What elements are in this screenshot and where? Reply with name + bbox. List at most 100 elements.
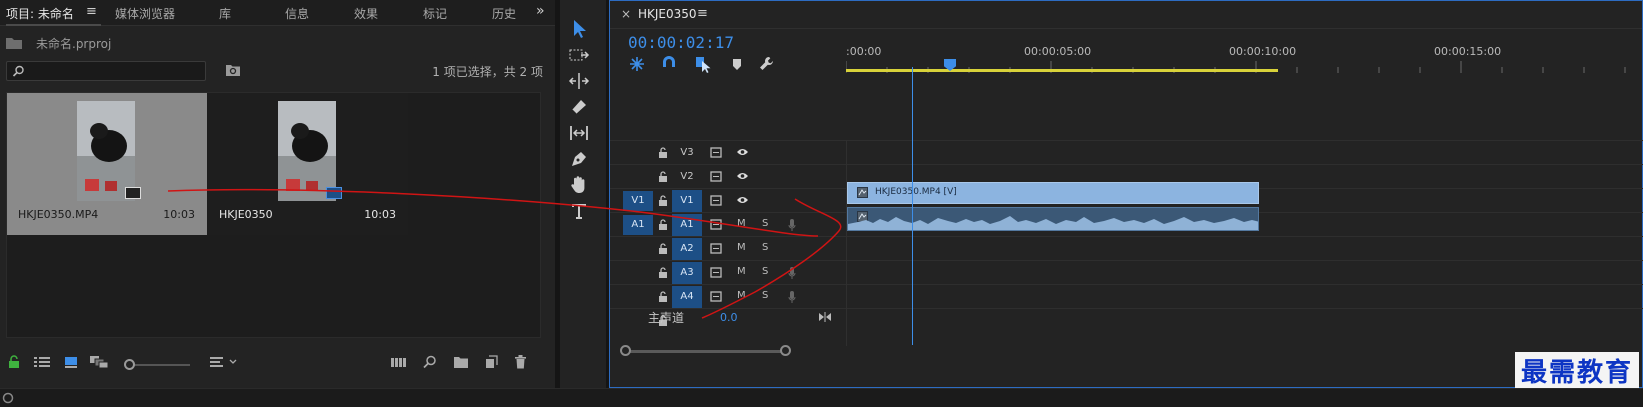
lock-icon[interactable] [658, 291, 668, 303]
track-lane-v3[interactable] [847, 140, 1643, 164]
source-patch-a1[interactable]: A1 [623, 215, 653, 235]
lock-icon[interactable] [658, 267, 668, 279]
mute-button[interactable]: M [737, 266, 746, 277]
project-item-clip[interactable]: HKJE0350.MP4 10:03 [7, 93, 207, 235]
snap-magnet-icon[interactable] [660, 55, 678, 73]
audio-clip[interactable] [847, 207, 1259, 231]
zoom-slider-handle[interactable] [124, 359, 135, 370]
microphone-icon[interactable] [788, 291, 796, 303]
find-icon[interactable] [423, 355, 437, 369]
microphone-icon[interactable] [788, 267, 796, 279]
new-item-icon[interactable] [484, 355, 498, 369]
type-tool-icon[interactable] [568, 200, 590, 222]
solo-button[interactable]: S [762, 218, 768, 229]
mute-button[interactable]: M [737, 218, 746, 229]
mute-button[interactable]: M [737, 290, 746, 301]
icon-view-icon[interactable] [64, 355, 78, 369]
track-target-a1[interactable]: A1 [672, 214, 702, 236]
status-indicator-icon [2, 392, 14, 404]
sync-lock-icon[interactable] [710, 267, 722, 278]
close-icon[interactable]: × [621, 7, 631, 21]
eye-icon[interactable] [736, 147, 749, 157]
lock-icon[interactable] [658, 171, 668, 183]
time-ruler[interactable]: :00:00 00:00:05:00 00:00:10:00 00:00:15:… [846, 41, 1642, 73]
sort-icon[interactable] [210, 355, 240, 369]
playhead-line[interactable] [912, 67, 913, 345]
track-target-a4[interactable]: A4 [672, 286, 702, 308]
pen-tool-icon[interactable] [568, 148, 590, 170]
slip-tool-icon[interactable] [568, 122, 590, 144]
solo-button[interactable]: S [762, 266, 768, 277]
zoom-slider-track[interactable] [130, 364, 190, 366]
lock-icon[interactable] [8, 355, 20, 369]
scrollbar-handle-left[interactable] [620, 345, 631, 356]
list-view-icon[interactable] [34, 355, 50, 369]
track-select-tool-icon[interactable] [568, 44, 590, 66]
tab-info[interactable]: 信息 [285, 5, 309, 22]
wrench-settings-icon[interactable] [758, 55, 776, 73]
go-to-end-icon[interactable] [818, 312, 832, 322]
new-search-bin-icon[interactable] [225, 63, 241, 77]
sync-lock-icon[interactable] [710, 219, 722, 230]
ripple-edit-tool-icon[interactable] [568, 70, 590, 92]
track-target-a2[interactable]: A2 [672, 238, 702, 260]
project-item-sequence[interactable]: HKJE0350 10:03 [208, 93, 408, 235]
track-target-v1[interactable]: V1 [672, 190, 702, 212]
source-patch-v1[interactable]: V1 [623, 191, 653, 211]
linked-selection-icon[interactable] [694, 55, 712, 73]
solo-button[interactable]: S [762, 242, 768, 253]
tab-project[interactable]: 项目: 未命名 [6, 5, 74, 22]
tab-media-browser[interactable]: 媒体浏览器 [115, 5, 175, 22]
playhead-timecode[interactable]: 00:00:02:17 [628, 33, 734, 52]
video-clip[interactable]: HKJE0350.MP4 [V] [847, 182, 1259, 204]
freeform-view-icon[interactable] [90, 355, 108, 369]
selection-tool-icon[interactable] [568, 18, 590, 40]
add-marker-icon[interactable] [728, 55, 746, 73]
trash-icon[interactable] [514, 355, 527, 369]
panel-menu-icon[interactable]: ≡ [86, 4, 97, 19]
sync-lock-icon[interactable] [710, 147, 722, 158]
solo-button[interactable]: S [762, 290, 768, 301]
ruler-label: 00:00:05:00 [1024, 45, 1092, 58]
sync-lock-icon[interactable] [710, 291, 722, 302]
sync-lock-icon[interactable] [710, 171, 722, 182]
more-tabs-chevron-icon[interactable]: » [536, 3, 545, 19]
timeline-zoom-scrollbar[interactable] [620, 345, 791, 357]
track-lane-a4[interactable] [847, 284, 1643, 308]
hand-tool-icon[interactable] [568, 174, 590, 196]
tab-sequence[interactable]: HKJE0350 [638, 7, 697, 21]
tab-libraries[interactable]: 库 [219, 5, 231, 22]
lock-icon[interactable] [658, 147, 668, 159]
microphone-icon[interactable] [788, 219, 796, 231]
scrollbar-handle-right[interactable] [780, 345, 791, 356]
automate-to-sequence-icon[interactable] [390, 355, 408, 369]
search-input[interactable] [6, 61, 206, 81]
ruler-label: 00:00:10:00 [1229, 45, 1297, 58]
track-target-a3[interactable]: A3 [672, 262, 702, 284]
track-lane-a2[interactable] [847, 236, 1643, 260]
insert-nest-icon[interactable] [628, 55, 646, 73]
sync-lock-icon[interactable] [710, 195, 722, 206]
tab-markers[interactable]: 标记 [423, 5, 447, 22]
eye-icon[interactable] [736, 171, 749, 181]
track-target-v2[interactable]: V2 [672, 166, 702, 188]
lock-icon[interactable] [658, 195, 668, 207]
new-bin-icon[interactable] [453, 355, 469, 369]
scrollbar-track[interactable] [626, 350, 786, 353]
tab-effects[interactable]: 效果 [354, 5, 378, 22]
eye-icon[interactable] [736, 195, 749, 205]
track-area[interactable]: HKJE0350.MP4 [V] [846, 140, 1643, 346]
work-area-bar[interactable] [846, 69, 1278, 72]
razor-tool-icon[interactable] [568, 96, 590, 118]
mute-button[interactable]: M [737, 242, 746, 253]
master-volume-value[interactable]: 0.0 [720, 311, 738, 324]
panel-menu-icon[interactable]: ≡ [697, 6, 708, 21]
lock-icon[interactable] [658, 219, 668, 231]
lock-icon[interactable] [658, 243, 668, 255]
sequence-name: HKJE0350 [219, 208, 273, 221]
track-lane-a3[interactable] [847, 260, 1643, 284]
sequence-thumbnail [278, 101, 336, 201]
track-target-v3[interactable]: V3 [672, 142, 702, 164]
tab-history[interactable]: 历史 [492, 5, 524, 22]
sync-lock-icon[interactable] [710, 243, 722, 254]
